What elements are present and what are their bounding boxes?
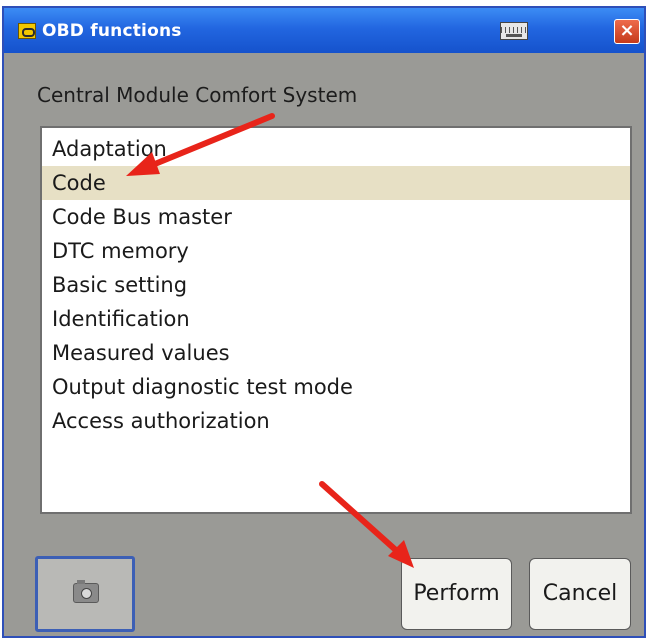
list-item-basic-setting[interactable]: Basic setting bbox=[42, 268, 630, 302]
functions-listbox[interactable]: Adaptation Code Code Bus master DTC memo… bbox=[40, 126, 632, 514]
camera-icon bbox=[73, 580, 99, 603]
list-item-identification[interactable]: Identification bbox=[42, 302, 630, 336]
list-item-adaptation[interactable]: Adaptation bbox=[42, 132, 630, 166]
list-item-access-authorization[interactable]: Access authorization bbox=[42, 404, 630, 438]
cancel-button[interactable]: Cancel bbox=[529, 558, 631, 630]
button-row: Perform Cancel bbox=[4, 526, 644, 636]
list-item-measured-values[interactable]: Measured values bbox=[42, 336, 630, 370]
list-item-dtc-memory[interactable]: DTC memory bbox=[42, 234, 630, 268]
obd-functions-window: OBD functions × Central Module Comfort S… bbox=[2, 6, 646, 638]
app-icon bbox=[18, 23, 36, 39]
perform-button[interactable]: Perform bbox=[401, 558, 512, 630]
keyboard-icon[interactable] bbox=[500, 22, 528, 40]
module-heading: Central Module Comfort System bbox=[37, 83, 358, 107]
close-button[interactable]: × bbox=[614, 19, 640, 44]
screenshot-button[interactable] bbox=[35, 556, 135, 632]
list-item-output-diagnostic-test-mode[interactable]: Output diagnostic test mode bbox=[42, 370, 630, 404]
list-item-code[interactable]: Code bbox=[42, 166, 630, 200]
list-item-code-bus-master[interactable]: Code Bus master bbox=[42, 200, 630, 234]
close-icon: × bbox=[619, 20, 635, 41]
window-title: OBD functions bbox=[42, 21, 182, 41]
title-bar[interactable]: OBD functions × bbox=[4, 8, 644, 53]
